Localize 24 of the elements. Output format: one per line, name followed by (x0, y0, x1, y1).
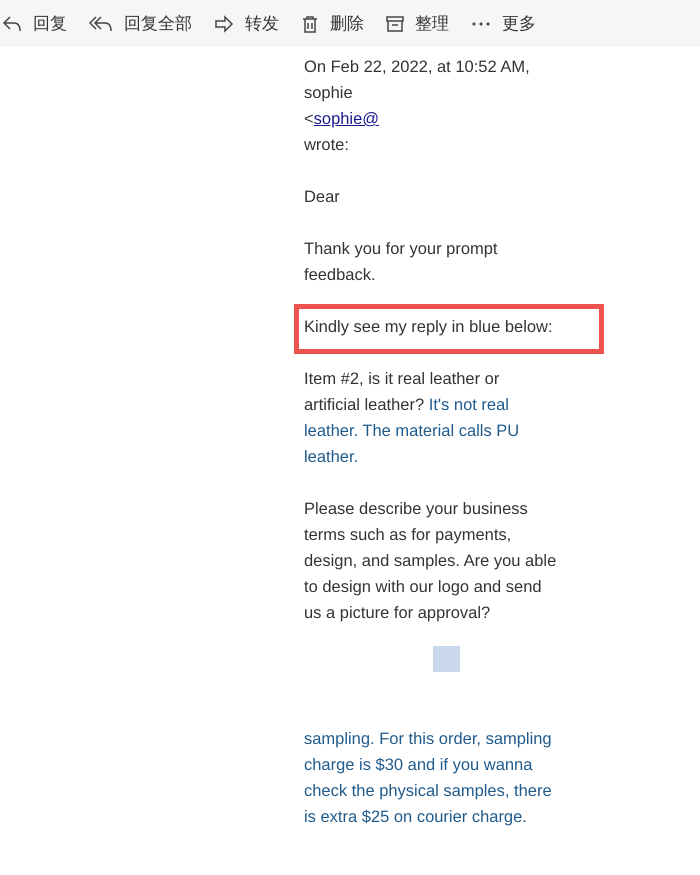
email-paragraph: sampling. For this order, sampling charge is $30 and if you wanna check the physical samples, there is extra $25 on courier charge. (304, 729, 553, 828)
email-link[interactable]: sophie@ (314, 110, 380, 128)
email-paragraph: Item #2, is it real leather or artificial leather? It's not real leather. The material calls PU leather. (304, 369, 520, 468)
email-paragraph: Thank you for your prompt feedback. (304, 239, 499, 286)
toolbar-button[interactable]: 更多 (471, 12, 536, 35)
toolbar-button[interactable]: 回复 (2, 12, 67, 35)
reply-all-icon (89, 14, 113, 32)
more-icon (471, 20, 491, 26)
email-paragraph: Please describe your business terms such as for payments, design, and samples. Are you able to design with our logo and send us a picture for approval? (304, 499, 558, 624)
trash-icon (301, 14, 319, 32)
toolbar-button[interactable]: 整理 (386, 12, 449, 35)
forward-arrow-icon (214, 14, 234, 32)
archive-box-icon (386, 14, 404, 32)
date-line: On Feb 22, 2022, at 10:52 AM, (304, 57, 531, 78)
toolbar-button[interactable]: 转发 (214, 12, 279, 35)
bracket-text: < (304, 110, 314, 128)
email-paragraph: Dear (304, 187, 341, 208)
toolbar-button[interactable]: 删除 (301, 12, 364, 35)
toolbar-button[interactable]: 回复全部 (89, 12, 192, 35)
wrote-text: wrote: (304, 135, 350, 156)
image-placeholder (433, 646, 460, 672)
email-paragraph: Kindly see my reply in blue below: (304, 317, 554, 338)
sender-name: sophie (304, 83, 354, 104)
reply-icon (2, 14, 22, 32)
